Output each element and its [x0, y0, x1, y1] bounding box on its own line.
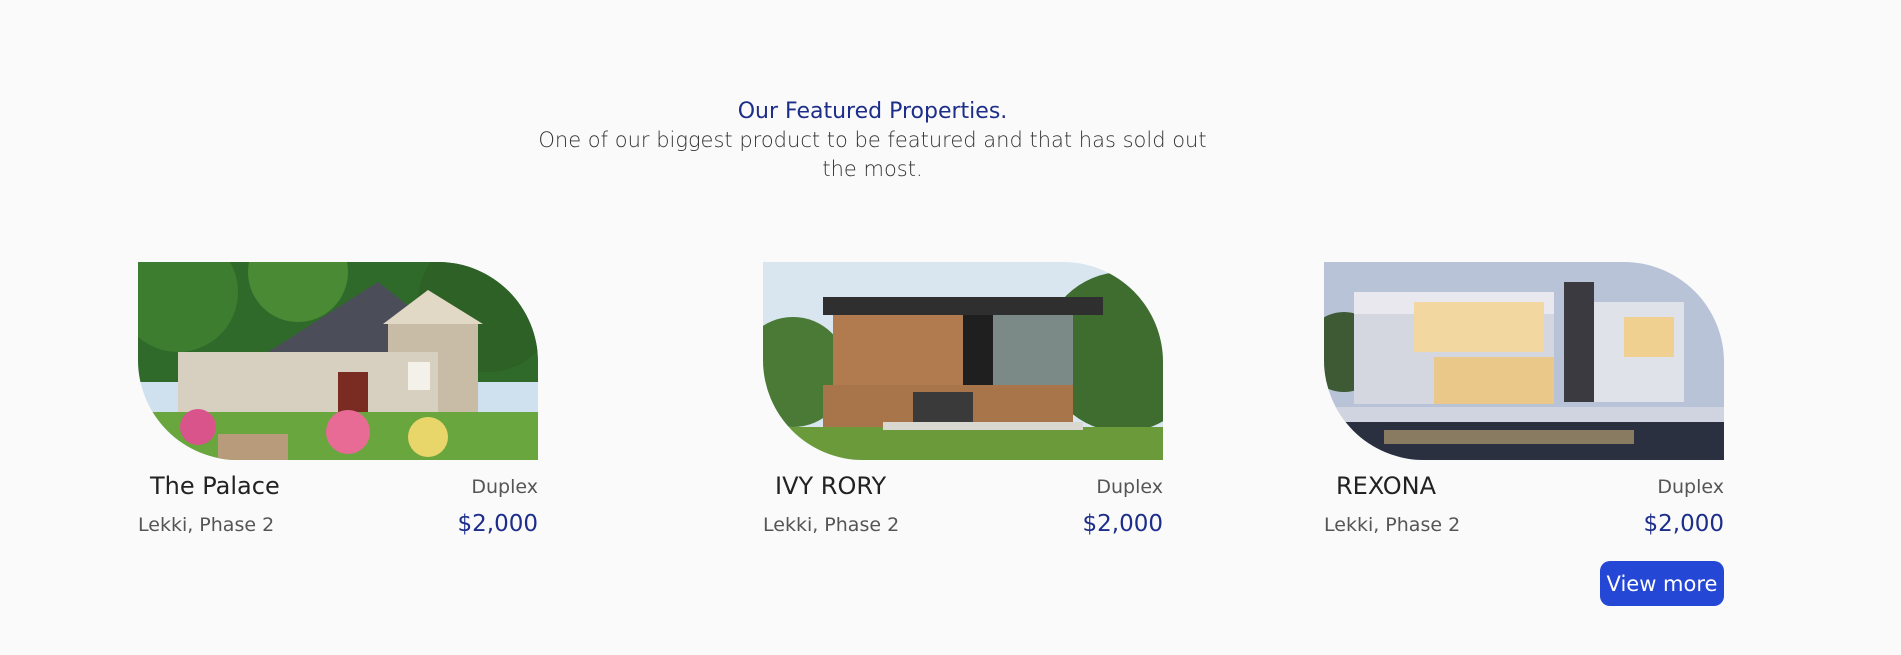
property-location: Lekki, Phase 2 [763, 514, 900, 536]
property-price: $2,000 [1082, 511, 1163, 537]
property-type: Duplex [1096, 476, 1163, 498]
view-more-button[interactable]: View more [1600, 561, 1724, 606]
property-photo [1324, 262, 1724, 460]
property-location: Lekki, Phase 2 [138, 514, 275, 536]
section-subtitle: One of our biggest product to be feature… [538, 128, 1207, 181]
property-name: REXONA [1336, 472, 1437, 500]
property-card[interactable]: The Palace Duplex Lekki, Phase 2 $2,000 [138, 262, 538, 537]
section-title: Our Featured Properties. [737, 99, 1008, 124]
property-name: The Palace [150, 472, 280, 500]
property-card[interactable]: REXONA Duplex Lekki, Phase 2 $2,000 [1324, 262, 1724, 537]
property-price: $2,000 [457, 511, 538, 537]
property-photo [763, 262, 1163, 460]
property-card[interactable]: IVY RORY Duplex Lekki, Phase 2 $2,000 [763, 262, 1163, 537]
property-photo [138, 262, 538, 460]
property-name: IVY RORY [775, 472, 887, 500]
property-type: Duplex [1657, 476, 1724, 498]
property-price: $2,000 [1643, 511, 1724, 537]
featured-header: Our Featured Properties. One of our bigg… [520, 98, 1225, 184]
property-location: Lekki, Phase 2 [1324, 514, 1461, 536]
property-type: Duplex [471, 476, 538, 498]
